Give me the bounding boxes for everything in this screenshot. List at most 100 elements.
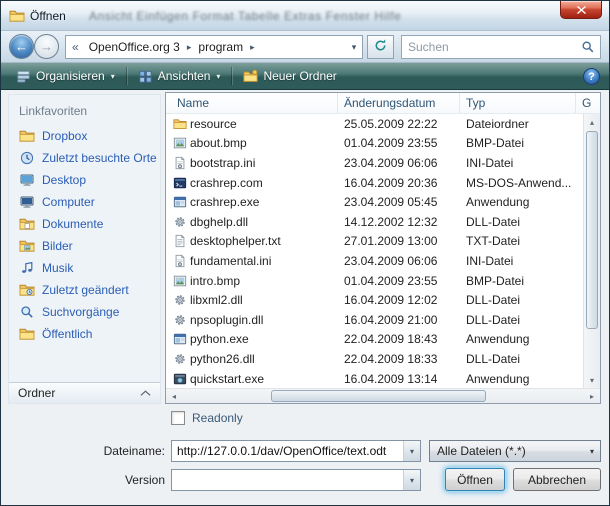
sidebar-item-desktop[interactable]: Desktop xyxy=(9,169,160,191)
file-date: 27.01.2009 13:00 xyxy=(338,234,460,248)
filename-input[interactable] xyxy=(172,441,403,461)
views-label: Ansichten xyxy=(158,69,211,83)
vertical-scroll-thumb[interactable] xyxy=(586,131,598,329)
table-row[interactable]: crashrep.exe23.04.2009 05:45Anwendung xyxy=(166,192,600,212)
sidebar-item-zuletzt-ge-ndert[interactable]: Zuletzt geändert xyxy=(9,279,160,301)
column-header-size[interactable]: G xyxy=(576,93,600,113)
breadcrumb-item-program[interactable]: program xyxy=(194,40,247,54)
filename-label: Dateiname: xyxy=(89,444,165,458)
sidebar-items: Dropbox Zuletzt besuchte Orte Desktop Compu… xyxy=(9,125,160,345)
file-type: Anwendung xyxy=(460,372,583,386)
sidebar-item-zuletzt-besuchte-orte[interactable]: Zuletzt besuchte Orte xyxy=(9,147,160,169)
horizontal-scroll-thumb[interactable] xyxy=(271,390,486,402)
breadcrumb[interactable]: « OpenOffice.org 3 ▸ program ▸ ▾ xyxy=(65,35,363,59)
forward-button[interactable]: → xyxy=(34,34,59,59)
file-type: DLL-Datei xyxy=(460,313,583,327)
file-type: DLL-Datei xyxy=(460,293,583,307)
vertical-scrollbar[interactable]: ▴ ▾ xyxy=(583,114,600,388)
search-box[interactable] xyxy=(401,35,601,59)
scroll-left-icon[interactable]: ◂ xyxy=(166,389,182,403)
sidebar-item-label: Dropbox xyxy=(42,129,87,143)
views-button[interactable]: Ansichten ▾ xyxy=(129,65,230,87)
image-icon xyxy=(166,274,190,288)
public-icon xyxy=(19,326,35,342)
forward-arrow-icon: → xyxy=(40,39,53,54)
back-button[interactable]: ← xyxy=(9,34,34,59)
version-combobox: ▾ xyxy=(171,469,421,491)
version-dropdown-icon[interactable]: ▾ xyxy=(403,470,420,490)
close-icon xyxy=(577,3,586,17)
organize-button[interactable]: Organisieren ▾ xyxy=(7,65,124,87)
breadcrumb-dropdown-icon[interactable]: ▾ xyxy=(346,42,362,53)
close-button[interactable] xyxy=(560,1,602,19)
file-name: quickstart.exe xyxy=(190,372,338,386)
file-date: 16.04.2009 13:14 xyxy=(338,372,460,386)
version-input[interactable] xyxy=(172,470,403,490)
sidebar-item-label: Desktop xyxy=(42,173,86,187)
table-row[interactable]: npsoplugin.dll16.04.2009 21:00DLL-Datei xyxy=(166,310,600,330)
column-header-date[interactable]: Änderungsdatum xyxy=(338,93,460,113)
table-row[interactable]: desktophelper.txt27.01.2009 13:00TXT-Dat… xyxy=(166,232,600,252)
table-row[interactable]: about.bmp01.04.2009 23:55BMP-Datei xyxy=(166,134,600,154)
file-name: crashrep.com xyxy=(190,176,338,190)
table-row[interactable]: fundamental.ini23.04.2009 06:06INI-Datei xyxy=(166,251,600,271)
sidebar-item-dropbox[interactable]: Dropbox xyxy=(9,125,160,147)
table-row[interactable]: crashrep.com16.04.2009 20:36MS-DOS-Anwen… xyxy=(166,173,600,193)
file-date: 16.04.2009 20:36 xyxy=(338,176,460,190)
open-dialog: Ansicht Einfügen Format Tabelle Extras F… xyxy=(0,0,610,506)
table-row[interactable]: bootstrap.ini23.04.2009 06:06INI-Datei xyxy=(166,153,600,173)
horizontal-scrollbar[interactable]: ◂ ▸ xyxy=(166,388,600,403)
refresh-button[interactable] xyxy=(367,35,394,59)
breadcrumb-overflow-icon[interactable]: « xyxy=(66,40,85,54)
breadcrumb-separator-icon[interactable]: ▸ xyxy=(247,42,258,53)
sidebar-item-ffentlich[interactable]: Öffentlich xyxy=(9,323,160,345)
column-header-type[interactable]: Typ xyxy=(460,93,576,113)
sidebar-item-label: Computer xyxy=(42,195,95,209)
table-row[interactable]: python26.dll22.04.2009 18:33DLL-Datei xyxy=(166,349,600,369)
table-row[interactable]: resource25.05.2009 22:22Dateiordner xyxy=(166,114,600,134)
scroll-up-icon[interactable]: ▴ xyxy=(584,114,600,130)
sidebar-item-bilder[interactable]: Bilder xyxy=(9,235,160,257)
chevron-down-icon: ▾ xyxy=(216,72,220,81)
recent-changes-icon xyxy=(19,282,35,298)
help-button[interactable]: ? xyxy=(583,68,600,85)
table-row[interactable]: intro.bmp01.04.2009 23:55BMP-Datei xyxy=(166,271,600,291)
file-date: 23.04.2009 06:06 xyxy=(338,156,460,170)
scroll-down-icon[interactable]: ▾ xyxy=(584,372,600,388)
sidebar-item-label: Suchvorgänge xyxy=(42,305,119,319)
dll-icon xyxy=(166,313,190,327)
search-input[interactable] xyxy=(402,40,576,54)
toolbar-separator xyxy=(126,67,127,85)
file-date: 23.04.2009 05:45 xyxy=(338,195,460,209)
file-date: 22.04.2009 18:43 xyxy=(338,332,460,346)
sidebar-item-label: Musik xyxy=(42,261,73,275)
views-icon xyxy=(138,69,153,84)
new-folder-button[interactable]: Neuer Ordner xyxy=(234,65,345,87)
filetype-combobox[interactable]: Alle Dateien (*.*) ▾ xyxy=(429,440,601,462)
file-type: INI-Datei xyxy=(460,254,583,268)
sidebar-item-musik[interactable]: Musik xyxy=(9,257,160,279)
open-button[interactable]: Öffnen xyxy=(445,468,505,491)
scroll-right-icon[interactable]: ▸ xyxy=(584,389,600,403)
sidebar-item-label: Zuletzt geändert xyxy=(42,283,129,297)
dialog-icon xyxy=(9,8,25,24)
filename-dropdown-icon[interactable]: ▾ xyxy=(403,441,420,461)
breadcrumb-item-openoffice[interactable]: OpenOffice.org 3 xyxy=(85,40,184,54)
table-row[interactable]: dbghelp.dll14.12.2002 12:32DLL-Datei xyxy=(166,212,600,232)
table-row[interactable]: python.exe22.04.2009 18:43Anwendung xyxy=(166,330,600,350)
folder-icon xyxy=(19,128,35,144)
chevron-down-icon: ▾ xyxy=(111,72,115,81)
breadcrumb-separator-icon[interactable]: ▸ xyxy=(184,42,195,53)
readonly-checkbox[interactable] xyxy=(171,411,185,425)
column-header-name[interactable]: Name xyxy=(166,93,338,113)
file-type: TXT-Datei xyxy=(460,234,583,248)
titlebar[interactable]: Ansicht Einfügen Format Tabelle Extras F… xyxy=(1,1,609,31)
cancel-button[interactable]: Abbrechen xyxy=(513,468,601,491)
sidebar-item-dokumente[interactable]: Dokumente xyxy=(9,213,160,235)
sidebar-item-suchvorg-nge[interactable]: Suchvorgänge xyxy=(9,301,160,323)
folders-expander[interactable]: Ordner xyxy=(9,382,160,403)
table-row[interactable]: quickstart.exe16.04.2009 13:14Anwendung xyxy=(166,369,600,388)
dll-icon xyxy=(166,215,190,229)
table-row[interactable]: libxml2.dll16.04.2009 12:02DLL-Datei xyxy=(166,290,600,310)
sidebar-item-computer[interactable]: Computer xyxy=(9,191,160,213)
